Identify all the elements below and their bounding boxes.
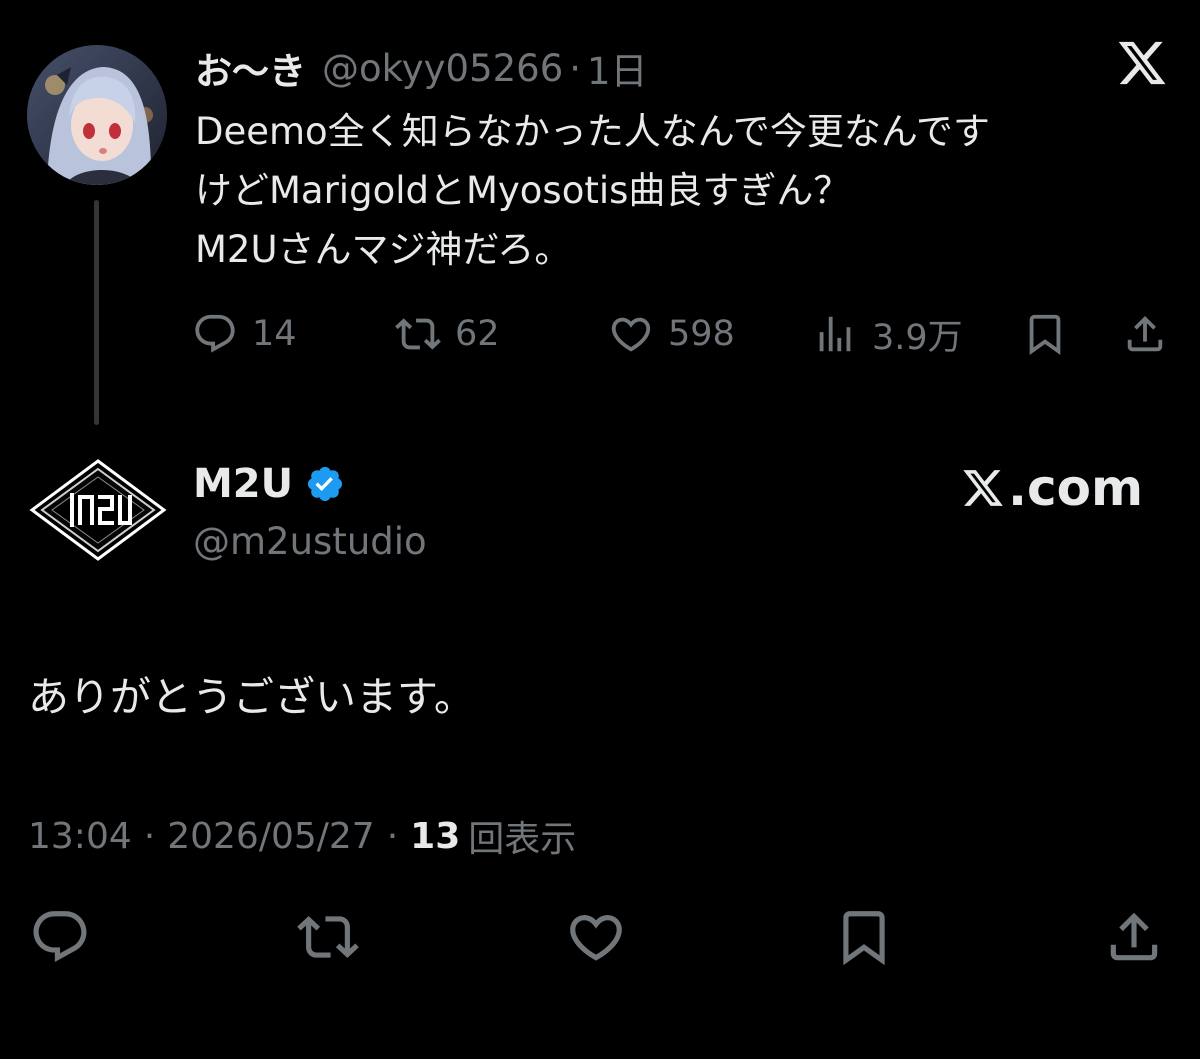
tweet-text-line: Deemo全く知らなかった人なんで今更なんです [195,110,990,153]
avatar[interactable] [27,45,167,185]
like-button[interactable]: 598 [608,308,735,360]
reply-icon [195,314,235,353]
bookmark-icon [1029,314,1061,355]
x-com-watermark: .com [960,458,1143,518]
like-button[interactable] [564,905,628,969]
tweet-text-line: M2Uさんマジ神だろ。 [195,228,572,271]
x-logo-icon [963,470,1003,506]
thread-line [94,200,99,425]
tweet-text: Deemo全く知らなかった人なんで今更なんです けどMarigoldとMyoso… [195,102,1175,279]
share-icon [1110,912,1158,961]
views-count: 3.9万 [872,317,963,358]
avatar[interactable] [28,457,168,563]
tweet-date[interactable]: 2026/05/27 [167,816,375,857]
avatar-image [27,45,167,185]
reply-icon [33,911,87,963]
separator: · [143,815,156,857]
views-label: 回表示 [468,819,577,860]
verified-badge-icon [308,466,343,502]
user-handle[interactable]: @m2ustudio [193,513,427,569]
tweet-text: ありがとうございます。 [28,673,475,721]
display-name[interactable]: お〜き [195,41,306,95]
retweet-button[interactable] [296,905,360,969]
views-count[interactable]: 13 [410,816,460,857]
separator: · [569,46,582,90]
m2u-logo-icon [29,459,167,561]
share-button[interactable] [1102,905,1166,969]
reply-button[interactable] [28,905,92,969]
display-name-row: M2U [193,456,345,512]
retweet-icon [395,318,441,350]
retweet-icon [297,916,359,958]
tweet-metadata: 13:04 · 2026/05/27 · 13 回表示 [28,808,576,864]
retweet-button[interactable]: 62 [395,308,500,360]
watermark-text: .com [1008,459,1144,517]
retweet-count: 62 [455,314,500,354]
like-icon [611,317,651,352]
views-icon [819,316,851,352]
like-icon [570,915,622,961]
display-name[interactable]: M2U [193,461,293,507]
bookmark-button[interactable] [832,905,896,969]
tweet-time[interactable]: 1日 [587,41,648,95]
tweet-header: お〜き @okyy05266 · 1日 [195,38,648,98]
user-handle[interactable]: @okyy05266 [322,47,563,90]
bookmark-icon [843,911,885,966]
like-count: 598 [668,314,735,354]
share-button[interactable] [1122,308,1168,360]
separator: · [386,815,399,857]
x-logo-icon [1115,37,1169,89]
views-button[interactable]: 3.9万 [812,308,963,360]
tweet-timestamp[interactable]: 13:04 [28,816,132,857]
bookmark-button[interactable] [1022,308,1068,360]
reply-button[interactable]: 14 [192,308,297,360]
share-icon [1127,315,1163,352]
tweet-text-line: けどMarigoldとMyosotis曲良すぎん？ [195,169,851,212]
reply-count: 14 [252,314,297,354]
